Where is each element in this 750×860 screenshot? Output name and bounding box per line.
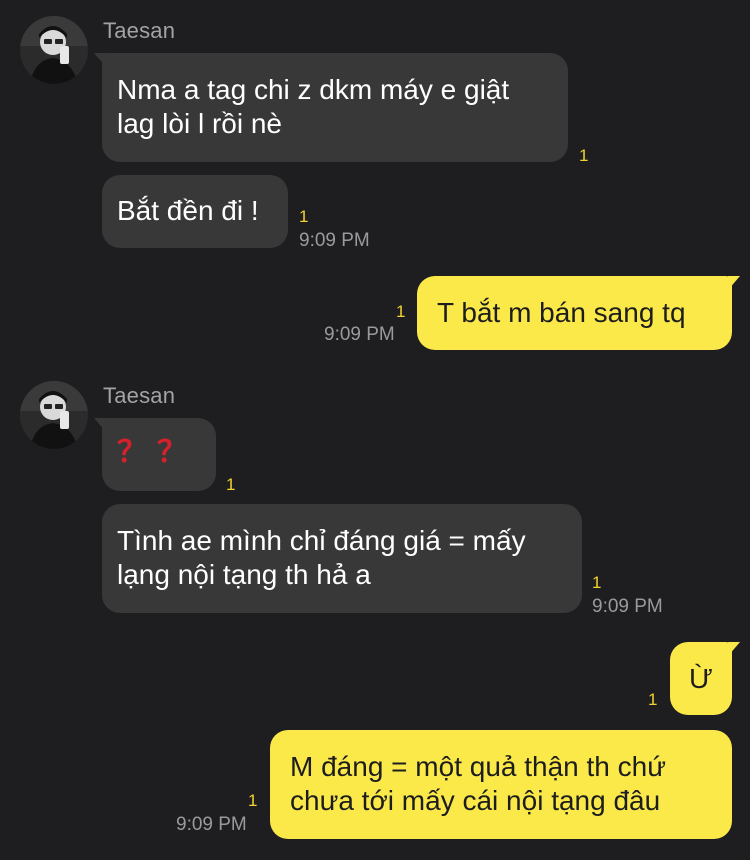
message-bubble[interactable]: Bắt đền đi ! — [102, 175, 288, 248]
unread-count: 1 — [226, 475, 236, 494]
unread-count: 1 — [648, 690, 658, 709]
sender-name: Taesan — [103, 383, 176, 408]
unread-count: 1 — [248, 791, 258, 810]
message-time: 9:09 PM — [592, 596, 663, 617]
message-time: 9:09 PM — [176, 814, 247, 835]
unread-count: 1 — [579, 146, 589, 165]
sender-avatar[interactable] — [20, 16, 88, 84]
message-bubble[interactable]: Ừ — [670, 642, 740, 715]
message-line: chưa tới mấy cái nội tạng đâu — [290, 785, 661, 816]
avatar-photo-icon — [20, 381, 88, 449]
message-bubble[interactable]: M đáng = một quả thận th chứ chưa tới mấ… — [270, 730, 732, 839]
message-line: lạng nội tạng th hả a — [117, 559, 371, 590]
message-time: 9:09 PM — [299, 230, 370, 251]
message-bubble[interactable]: Nma a tag chi z dkm máy e giật lag lòi l… — [94, 53, 568, 162]
question-marks-text: ？？ — [117, 436, 197, 469]
message-time: 9:09 PM — [324, 324, 395, 345]
sender-name: Taesan — [103, 18, 176, 43]
message-bubble[interactable]: ？？ — [94, 418, 216, 491]
message-text: Bắt đền đi ! — [117, 195, 259, 226]
unread-count: 1 — [299, 207, 309, 226]
unread-count: 1 — [592, 573, 602, 592]
unread-count: 1 — [396, 302, 406, 321]
message-line: lag lòi l rồi nè — [117, 108, 282, 139]
message-line: M đáng = một quả thận th chứ — [290, 751, 666, 782]
message-line: Nma a tag chi z dkm máy e giật — [117, 74, 510, 105]
avatar-photo-icon — [20, 16, 88, 84]
sender-avatar[interactable] — [20, 381, 88, 449]
message-text: Ừ — [689, 663, 713, 694]
message-text: T bắt m bán sang tq — [437, 297, 686, 328]
message-bubble[interactable]: Tình ae mình chỉ đáng giá = mấy lạng nội… — [102, 504, 582, 613]
message-line: Tình ae mình chỉ đáng giá = mấy — [117, 525, 526, 556]
chat-room-messages: Taesan Nma a tag chi z dkm máy e giật la… — [0, 0, 750, 860]
message-bubble[interactable]: T bắt m bán sang tq — [417, 276, 740, 350]
